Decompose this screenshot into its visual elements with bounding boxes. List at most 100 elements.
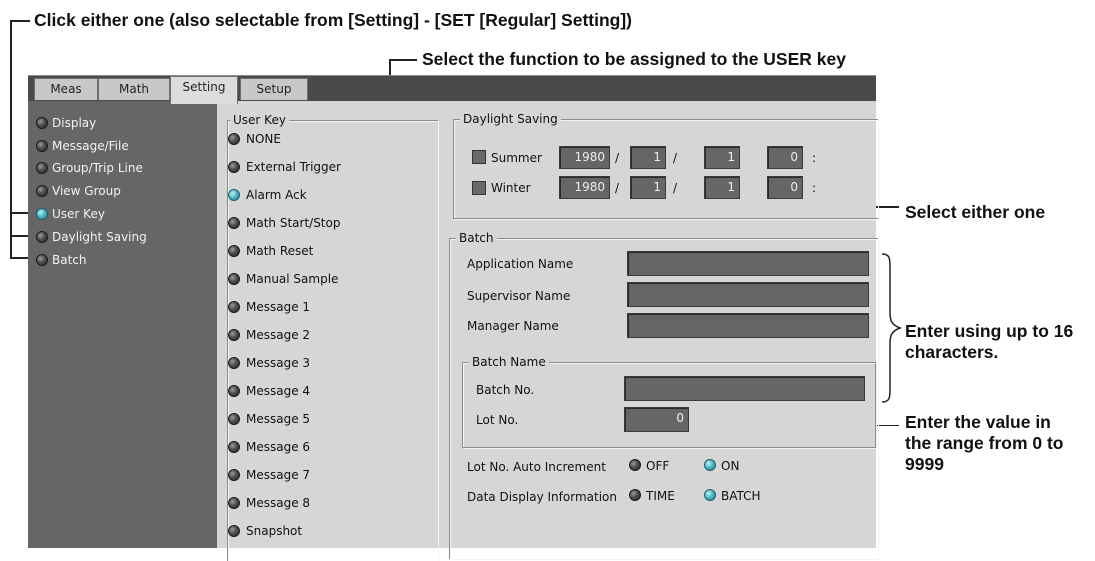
data-display-info-label: Data Display Information	[467, 490, 617, 504]
tab-strip: Meas Math Setting Setup	[28, 75, 876, 104]
daylight-saving-title: Daylight Saving	[460, 112, 561, 126]
callout-enter-value: Enter the value in the range from 0 to 9…	[905, 412, 1064, 474]
winter-day-field[interactable]: 1	[704, 176, 740, 199]
summer-year-field[interactable]: 1980	[559, 146, 610, 169]
supervisor-name-field[interactable]	[627, 282, 869, 307]
radio-icon	[228, 385, 240, 397]
radio-icon	[228, 497, 240, 509]
winter-year-field[interactable]: 1980	[559, 176, 610, 199]
radio-selected-icon	[36, 208, 48, 220]
option-label: Manual Sample	[246, 272, 339, 286]
date-separator: /	[615, 181, 620, 195]
radio-icon	[228, 525, 240, 537]
date-separator: /	[673, 181, 678, 195]
option-label: Message 2	[246, 328, 311, 342]
radio-icon	[228, 357, 240, 369]
summer-month-field[interactable]: 1	[630, 146, 666, 169]
option-label: Message 1	[246, 300, 311, 314]
winter-month-field[interactable]: 1	[630, 176, 666, 199]
radio-icon	[36, 185, 48, 197]
batch-title: Batch	[456, 231, 497, 245]
date-separator: /	[615, 151, 620, 165]
menu-item-label: Display	[52, 116, 97, 130]
winter-label: Winter	[491, 181, 531, 195]
winter-hour-field[interactable]: 0	[767, 176, 803, 199]
option-label: NONE	[246, 132, 281, 146]
display-batch-option[interactable]: BATCH	[704, 488, 784, 504]
callout-line	[10, 20, 30, 22]
radio-icon	[36, 162, 48, 174]
radio-icon	[36, 231, 48, 243]
radio-icon	[36, 254, 48, 266]
option-label: Message 6	[246, 440, 311, 454]
lot-auto-increment-label: Lot No. Auto Increment	[467, 460, 606, 474]
summer-label: Summer	[491, 151, 542, 165]
batch-no-field[interactable]	[624, 376, 865, 401]
radio-selected-icon	[228, 189, 240, 201]
auto-increment-off-option[interactable]: OFF	[629, 458, 689, 474]
batch-name-group: Batch Name	[462, 355, 876, 448]
settings-detail-panel: Daylight Saving Summer 1980 / 1 / 1 0 : …	[441, 101, 878, 559]
auto-increment-on-option[interactable]: ON	[704, 458, 764, 474]
callout-line	[389, 59, 417, 61]
application-name-field[interactable]	[627, 251, 869, 276]
radio-selected-icon	[704, 489, 716, 501]
tab-meas[interactable]: Meas	[34, 78, 98, 100]
menu-item-label: Batch	[52, 253, 87, 267]
radio-icon	[228, 301, 240, 313]
option-label: Message 8	[246, 496, 311, 510]
menu-item-label: Group/Trip Line	[52, 161, 143, 175]
option-label: Message 5	[246, 412, 311, 426]
batch-name-title: Batch Name	[469, 355, 549, 369]
radio-icon	[36, 117, 48, 129]
tab-setup[interactable]: Setup	[240, 78, 308, 100]
option-label: Math Start/Stop	[246, 216, 341, 230]
menu-item-label: View Group	[52, 184, 121, 198]
radio-selected-icon	[704, 459, 716, 471]
brace-icon	[881, 253, 903, 403]
lot-no-field[interactable]: 0	[624, 407, 689, 432]
callout-line	[10, 20, 12, 258]
tab-setting[interactable]: Setting	[170, 76, 238, 104]
winter-checkbox[interactable]	[472, 181, 486, 195]
radio-icon	[629, 489, 641, 501]
summer-checkbox[interactable]	[472, 150, 486, 164]
radio-icon	[36, 140, 48, 152]
callout-enter-chars: Enter using up to 16 characters.	[905, 321, 1074, 362]
supervisor-name-label: Supervisor Name	[467, 289, 571, 303]
daylight-saving-group: Daylight Saving	[453, 112, 878, 219]
lot-no-label: Lot No.	[476, 413, 519, 427]
application-name-label: Application Name	[467, 257, 574, 271]
menu-item-label: User Key	[52, 207, 105, 221]
radio-icon	[228, 413, 240, 425]
manager-name-label: Manager Name	[467, 319, 559, 333]
radio-icon	[228, 441, 240, 453]
user-key-title: User Key	[230, 113, 289, 127]
menu-item-label: Daylight Saving	[52, 230, 147, 244]
time-separator: :	[812, 181, 817, 195]
user-key-panel: User Key NONE External Trigger Alarm Ack…	[217, 101, 442, 561]
radio-icon	[629, 459, 641, 471]
radio-icon	[228, 469, 240, 481]
radio-icon	[228, 245, 240, 257]
option-label: Message 3	[246, 356, 311, 370]
option-label: Message 7	[246, 468, 311, 482]
option-label: Math Reset	[246, 244, 314, 258]
option-label: Message 4	[246, 384, 311, 398]
radio-icon	[228, 329, 240, 341]
tab-math[interactable]: Math	[98, 78, 170, 100]
option-label: OFF	[646, 459, 670, 473]
display-time-option[interactable]: TIME	[629, 488, 689, 504]
option-label: TIME	[646, 489, 675, 503]
option-label: Alarm Ack	[246, 188, 307, 202]
callout-user-key-function: Select the function to be assigned to th…	[422, 49, 846, 69]
radio-icon	[228, 273, 240, 285]
batch-no-label: Batch No.	[476, 383, 535, 397]
summer-hour-field[interactable]: 0	[767, 146, 803, 169]
summer-day-field[interactable]: 1	[704, 146, 740, 169]
radio-icon	[228, 217, 240, 229]
manager-name-field[interactable]	[627, 313, 869, 338]
radio-icon	[228, 133, 240, 145]
radio-icon	[228, 161, 240, 173]
option-label: BATCH	[721, 489, 761, 503]
